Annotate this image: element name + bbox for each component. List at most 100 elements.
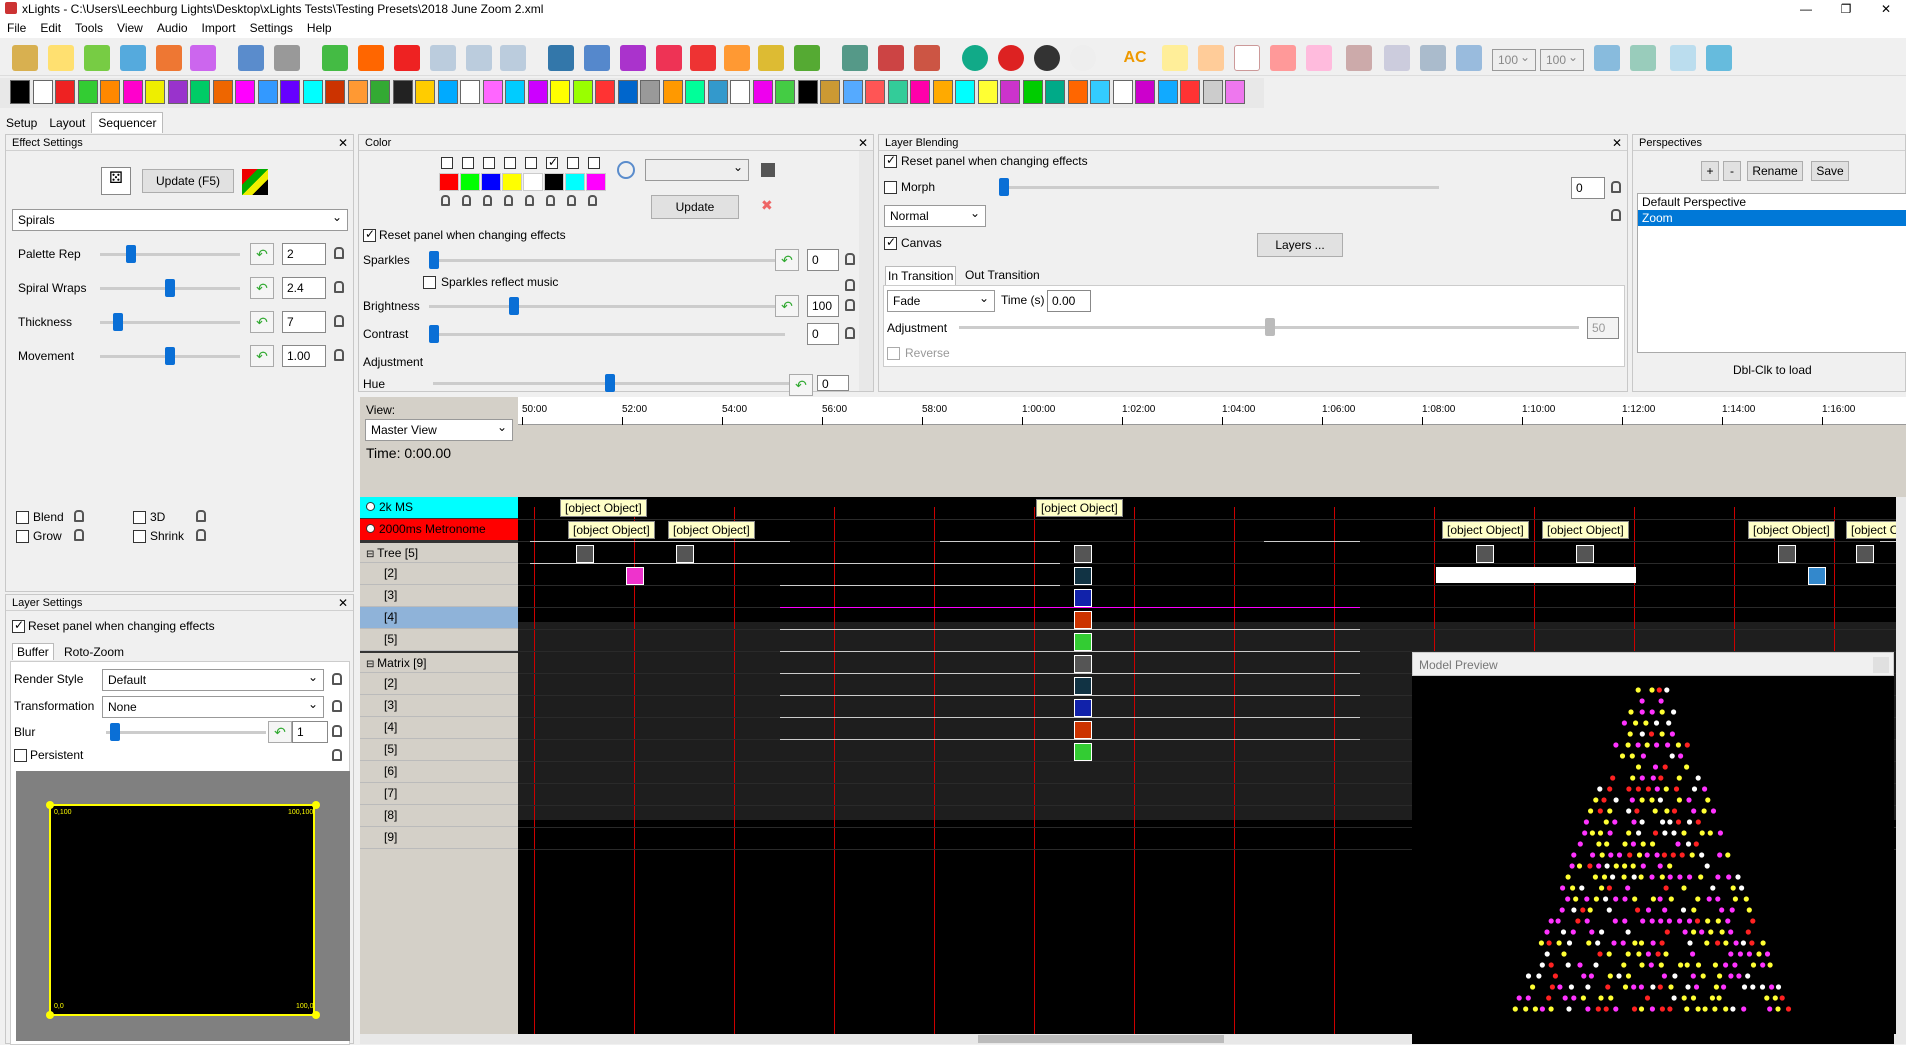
stopwatch-icon[interactable]	[238, 45, 264, 71]
effect-type-select[interactable]: Spirals	[12, 209, 348, 231]
slider-thumb[interactable]	[165, 279, 175, 297]
undo-icon[interactable]: ↶	[775, 295, 799, 317]
effect-bar[interactable]	[530, 541, 790, 542]
effect-bar[interactable]	[780, 673, 1360, 674]
effect-icon[interactable]	[302, 80, 323, 104]
lock-icon[interactable]	[588, 195, 597, 206]
layer-reset-checkbox[interactable]	[12, 618, 25, 633]
tab-out-transition[interactable]: Out Transition	[965, 268, 1040, 282]
menu-audio[interactable]: Audio	[150, 18, 195, 38]
transformation-select[interactable]: None	[102, 696, 324, 718]
param-value[interactable]: 1.00	[282, 345, 326, 367]
lock-icon[interactable]	[332, 725, 342, 737]
contrast-value[interactable]: 0	[807, 323, 839, 345]
effect-icon[interactable]	[415, 80, 435, 104]
effect-icon[interactable]	[1074, 633, 1092, 651]
bulb-off-icon[interactable]	[1034, 45, 1060, 71]
effect-icon[interactable]	[1476, 545, 1494, 563]
effect-bar[interactable]	[780, 585, 1060, 586]
zoom-in-icon[interactable]	[842, 45, 868, 71]
color-swatch[interactable]	[460, 173, 480, 191]
effect-icon[interactable]	[1778, 545, 1796, 563]
lock-icon[interactable]	[845, 299, 855, 311]
close-icon[interactable]: ✕	[858, 136, 868, 150]
color-enable-checkbox[interactable]	[567, 157, 579, 169]
rewind-icon[interactable]	[430, 45, 456, 71]
model-group-label[interactable]: ⊟ Tree [5]	[360, 541, 518, 563]
blend-checkbox[interactable]	[16, 511, 29, 524]
timing-label[interactable]: [object Object]	[1748, 521, 1835, 539]
effect-icon[interactable]	[1074, 567, 1092, 585]
effect-icon[interactable]	[1022, 80, 1043, 104]
corner-handle-tl[interactable]	[46, 801, 54, 809]
close-icon[interactable]: ✕	[338, 136, 348, 150]
effect-icon[interactable]	[1067, 80, 1088, 104]
timing-label[interactable]: [object Object]	[1036, 499, 1123, 517]
link-icon[interactable]	[620, 45, 646, 71]
model-layer-label[interactable]: [7]	[360, 783, 518, 805]
brightness-slider[interactable]	[429, 297, 785, 315]
timing-track-label[interactable]: 2k MS	[360, 497, 518, 519]
grow-checkbox[interactable]	[16, 530, 29, 543]
slider-thumb[interactable]	[429, 251, 439, 269]
blur-slider[interactable]	[106, 723, 266, 741]
color-swatch[interactable]	[523, 173, 543, 191]
selected-effect[interactable]	[1436, 567, 1636, 583]
effect-icon[interactable]	[685, 80, 705, 104]
timing-label[interactable]: [object Object]	[668, 521, 755, 539]
color-enable-checkbox[interactable]	[441, 157, 453, 169]
effect-icon[interactable]	[1074, 743, 1092, 761]
morph-slider[interactable]	[999, 178, 1439, 196]
stop-icon[interactable]	[394, 45, 420, 71]
effect-icon[interactable]	[482, 80, 503, 104]
timing-label[interactable]: [object Object]	[568, 521, 655, 539]
effect-icon[interactable]	[797, 80, 818, 104]
param-slider[interactable]	[100, 347, 240, 365]
menu-file[interactable]: File	[0, 18, 33, 38]
tab-layout[interactable]: Layout	[43, 113, 91, 133]
minimize-button[interactable]: —	[1786, 0, 1826, 18]
undo-icon[interactable]: ↶	[250, 277, 274, 299]
blur-value[interactable]: 1	[292, 721, 328, 743]
perspective-item[interactable]: Default Perspective	[1638, 194, 1906, 210]
ac-shimmer-icon[interactable]	[1270, 45, 1296, 71]
model-layer-label[interactable]: [3]	[360, 695, 518, 717]
ac-twinkle-icon[interactable]	[1306, 45, 1332, 71]
effect-bar[interactable]	[780, 629, 1360, 630]
effect-icon[interactable]	[32, 80, 53, 104]
triangle-icon[interactable]	[690, 45, 716, 71]
sun-icon[interactable]	[794, 45, 820, 71]
effect-icon[interactable]	[955, 80, 975, 104]
effect-icon[interactable]	[1808, 567, 1826, 585]
lock-icon[interactable]	[845, 327, 855, 339]
tab-roto-zoom[interactable]: Roto-Zoom	[64, 645, 124, 659]
lock-icon[interactable]	[74, 529, 84, 541]
fill-icon[interactable]	[1594, 45, 1620, 71]
effect-icon[interactable]	[887, 80, 908, 104]
model-layer-label[interactable]: [5]	[360, 739, 518, 761]
effect-icon[interactable]	[167, 80, 188, 104]
buffer-canvas[interactable]	[49, 804, 315, 1016]
effect-icon[interactable]	[1202, 80, 1223, 104]
effect-icon[interactable]	[1576, 545, 1594, 563]
menu-import[interactable]: Import	[195, 18, 243, 38]
lock-icon[interactable]	[546, 195, 555, 206]
effect-icon[interactable]	[775, 80, 795, 104]
effect-bar[interactable]	[780, 695, 1360, 696]
slider-thumb[interactable]	[1265, 318, 1275, 336]
timing-label[interactable]: [object Object]	[1442, 521, 1529, 539]
color-swatch[interactable]	[586, 173, 606, 191]
menu-tools[interactable]: Tools	[68, 18, 110, 38]
transition-adjustment-slider[interactable]	[959, 318, 1579, 336]
effect-icon[interactable]	[460, 80, 480, 104]
cascade-icon[interactable]	[1630, 45, 1656, 71]
slider-thumb[interactable]	[165, 347, 175, 365]
house-icon[interactable]	[724, 45, 750, 71]
preview-close-icon[interactable]	[1873, 657, 1889, 673]
time-value[interactable]: 0.00	[1047, 290, 1091, 312]
undo-icon[interactable]: ↶	[268, 721, 292, 743]
view-select[interactable]: Master View	[365, 419, 513, 441]
close-icon[interactable]: ✕	[1612, 136, 1622, 150]
color-swatch[interactable]	[481, 173, 501, 191]
undo-icon[interactable]: ↶	[250, 311, 274, 333]
